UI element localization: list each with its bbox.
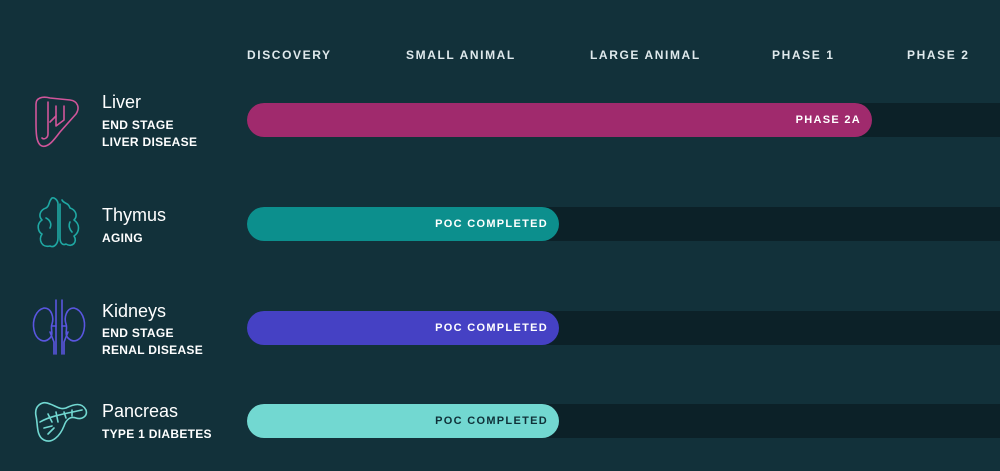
condition-line: TYPE 1 DIABETES: [102, 427, 212, 441]
stage-label-large-animal: LARGE ANIMAL: [590, 48, 701, 62]
condition-line: LIVER DISEASE: [102, 135, 198, 149]
status-label: POC COMPLETED: [435, 415, 548, 427]
stage-label-phase-2: PHASE 2: [907, 48, 970, 62]
liver-icon: [30, 92, 88, 150]
status-label: PHASE 2A: [795, 114, 861, 126]
organ-name: Pancreas: [102, 401, 179, 421]
status-label: POC COMPLETED: [435, 218, 548, 230]
organ-name: Kidneys: [102, 301, 167, 321]
progress-track: PHASE 2A: [247, 103, 1000, 137]
stage-label-phase-1: PHASE 1: [772, 48, 835, 62]
progress-track: POC COMPLETED: [247, 404, 1000, 438]
progress-bar: PHASE 2A: [247, 103, 872, 137]
stage-header: DISCOVERY SMALL ANIMAL LARGE ANIMAL PHAS…: [0, 48, 1000, 64]
organ-name: Thymus: [102, 205, 167, 225]
progress-bar: POC COMPLETED: [247, 311, 559, 345]
thymus-icon: [30, 194, 88, 252]
progress-track: POC COMPLETED: [247, 311, 1000, 345]
condition-line: END STAGE: [102, 326, 174, 340]
condition-line: AGING: [102, 231, 143, 245]
status-label: POC COMPLETED: [435, 322, 548, 334]
organ-condition: END STAGE LIVER DISEASE: [102, 117, 197, 151]
condition-line: END STAGE: [102, 118, 174, 132]
stage-label-discovery: DISCOVERY: [247, 48, 332, 62]
stage-label-small-animal: SMALL ANIMAL: [406, 48, 516, 62]
organ-condition: END STAGE RENAL DISEASE: [102, 325, 203, 359]
progress-bar: POC COMPLETED: [247, 207, 559, 241]
kidneys-icon: [30, 298, 88, 356]
progress-bar: POC COMPLETED: [247, 404, 559, 438]
pancreas-icon: [30, 392, 88, 450]
organ-name: Liver: [102, 92, 142, 112]
organ-condition: TYPE 1 DIABETES: [102, 426, 212, 443]
progress-track: POC COMPLETED: [247, 207, 1000, 241]
organ-condition: AGING: [102, 230, 143, 247]
condition-line: RENAL DISEASE: [102, 343, 204, 357]
